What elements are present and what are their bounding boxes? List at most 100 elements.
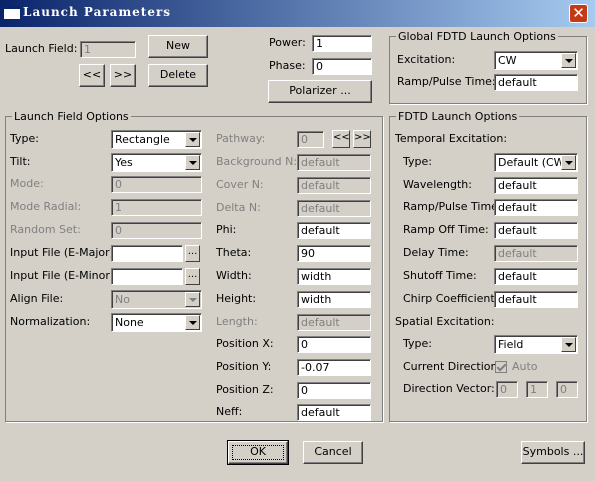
mode-radial-label: Mode Radial: bbox=[10, 200, 82, 213]
chevron-down-icon[interactable] bbox=[561, 155, 576, 170]
pathway-prev-button[interactable]: << bbox=[332, 130, 350, 148]
normalization-value: None bbox=[115, 316, 144, 329]
excitation-value: CW bbox=[498, 54, 517, 67]
excitation-label: Excitation: bbox=[397, 53, 456, 66]
chevron-down-icon[interactable] bbox=[185, 292, 200, 307]
next-field-button[interactable]: >> bbox=[110, 64, 136, 87]
chirp-coefficient-input[interactable]: default bbox=[494, 291, 578, 308]
browse-minor-button[interactable]: ... bbox=[185, 268, 200, 285]
align-file-select[interactable]: No bbox=[111, 290, 202, 309]
position-z-label: Position Z: bbox=[216, 383, 274, 396]
shutoff-time-input[interactable]: default bbox=[494, 268, 578, 285]
ramp-off-input[interactable]: default bbox=[494, 222, 578, 239]
window-title: Launch Parameters bbox=[23, 5, 172, 19]
neff-input[interactable]: default bbox=[297, 404, 371, 421]
position-x-input[interactable]: 0 bbox=[297, 336, 371, 353]
global-ramp-input[interactable]: default bbox=[494, 74, 578, 91]
delay-time-input[interactable]: default bbox=[494, 245, 578, 262]
type-label: Type: bbox=[10, 132, 39, 145]
excitation-select[interactable]: CW bbox=[494, 51, 578, 70]
auto-label: Auto bbox=[512, 360, 538, 373]
fdtd-launch-options-legend: FDTD Launch Options bbox=[398, 110, 518, 123]
phase-label: Phase: bbox=[269, 59, 306, 72]
temporal-type-value: Default (CW) bbox=[498, 156, 569, 169]
align-file-value: No bbox=[115, 293, 130, 306]
symbols-button[interactable]: Symbols ... bbox=[521, 441, 585, 464]
wavelength-label: Wavelength: bbox=[403, 178, 472, 191]
width-input[interactable]: width bbox=[297, 268, 371, 285]
temporal-excitation-label: Temporal Excitation: bbox=[395, 132, 508, 145]
direction-vector-y[interactable]: 1 bbox=[526, 381, 548, 398]
direction-vector-z[interactable]: 0 bbox=[556, 381, 578, 398]
phase-input[interactable]: 0 bbox=[312, 58, 372, 75]
launch-field-input[interactable]: 1 bbox=[80, 41, 136, 58]
position-z-input[interactable]: 0 bbox=[297, 382, 371, 399]
height-label: Height: bbox=[216, 292, 257, 305]
fdtd-ramp-label: Ramp/Pulse Time: bbox=[403, 200, 502, 213]
normalization-select[interactable]: None bbox=[111, 313, 202, 332]
position-x-label: Position X: bbox=[216, 337, 274, 350]
type-value: Rectangle bbox=[115, 133, 170, 146]
random-set-label: Random Set: bbox=[10, 223, 81, 236]
input-major-input[interactable] bbox=[111, 245, 183, 262]
direction-vector-label: Direction Vector: bbox=[403, 382, 495, 395]
position-y-label: Position Y: bbox=[216, 360, 272, 373]
chevron-down-icon[interactable] bbox=[185, 155, 200, 170]
pathway-next-button[interactable]: >> bbox=[353, 130, 371, 148]
wavelength-input[interactable]: default bbox=[494, 177, 578, 194]
mode-input[interactable]: 0 bbox=[111, 176, 202, 193]
spatial-type-label: Type: bbox=[403, 337, 432, 350]
chevron-down-icon[interactable] bbox=[185, 315, 200, 330]
chevron-down-icon[interactable] bbox=[185, 132, 200, 147]
title-bar: Launch Parameters ✕ bbox=[0, 0, 595, 27]
cover-n-input[interactable]: default bbox=[297, 177, 371, 194]
fdtd-ramp-input[interactable]: default bbox=[494, 199, 578, 216]
type-select[interactable]: Rectangle bbox=[111, 130, 202, 149]
window-icon bbox=[4, 6, 20, 19]
cover-n-label: Cover N: bbox=[216, 178, 264, 191]
dialog-body: Launch Field: 1 New << >> Delete Power: … bbox=[0, 27, 595, 481]
delta-n-label: Delta N: bbox=[216, 201, 261, 214]
mode-radial-input[interactable]: 1 bbox=[111, 199, 202, 216]
background-n-label: Background N: bbox=[216, 155, 298, 168]
auto-checkbox[interactable] bbox=[495, 361, 507, 373]
tilt-label: Tilt: bbox=[10, 155, 31, 168]
spatial-type-select[interactable]: Field bbox=[494, 335, 578, 354]
launch-field-label: Launch Field: bbox=[5, 42, 78, 55]
length-label: Length: bbox=[216, 315, 258, 328]
phi-input[interactable]: default bbox=[297, 222, 371, 239]
input-minor-input[interactable] bbox=[111, 268, 183, 285]
chevron-down-icon[interactable] bbox=[561, 337, 576, 352]
ramp-off-label: Ramp Off Time: bbox=[403, 223, 489, 236]
random-set-input[interactable]: 0 bbox=[111, 222, 202, 239]
shutoff-time-label: Shutoff Time: bbox=[403, 269, 477, 282]
tilt-value: Yes bbox=[115, 156, 133, 169]
cancel-button[interactable]: Cancel bbox=[303, 441, 363, 464]
pathway-label: Pathway: bbox=[216, 132, 266, 145]
background-n-input[interactable]: default bbox=[297, 154, 371, 171]
browse-major-button[interactable]: ... bbox=[185, 245, 200, 262]
prev-field-button[interactable]: << bbox=[79, 64, 105, 87]
spatial-excitation-label: Spatial Excitation: bbox=[395, 315, 495, 328]
ok-button[interactable]: OK bbox=[227, 440, 289, 465]
close-button[interactable]: ✕ bbox=[569, 4, 588, 23]
delete-button[interactable]: Delete bbox=[148, 64, 208, 87]
direction-vector-x[interactable]: 0 bbox=[496, 381, 518, 398]
new-button[interactable]: New bbox=[148, 35, 208, 58]
tilt-select[interactable]: Yes bbox=[111, 153, 202, 172]
length-input[interactable]: default bbox=[297, 314, 371, 331]
theta-label: Theta: bbox=[216, 246, 252, 259]
height-input[interactable]: width bbox=[297, 291, 371, 308]
position-y-input[interactable]: -0.07 bbox=[297, 359, 371, 376]
power-label: Power: bbox=[269, 36, 306, 49]
temporal-type-select[interactable]: Default (CW) bbox=[494, 153, 578, 172]
pathway-input[interactable]: 0 bbox=[297, 131, 324, 148]
delay-time-label: Delay Time: bbox=[403, 246, 469, 259]
polarizer-button[interactable]: Polarizer ... bbox=[268, 80, 372, 103]
delta-n-input[interactable]: default bbox=[297, 200, 371, 217]
power-input[interactable]: 1 bbox=[312, 35, 372, 52]
global-ramp-label: Ramp/Pulse Time: bbox=[397, 75, 496, 88]
phi-label: Phi: bbox=[216, 223, 237, 236]
chevron-down-icon[interactable] bbox=[561, 53, 576, 68]
theta-input[interactable]: 90 bbox=[297, 245, 371, 262]
